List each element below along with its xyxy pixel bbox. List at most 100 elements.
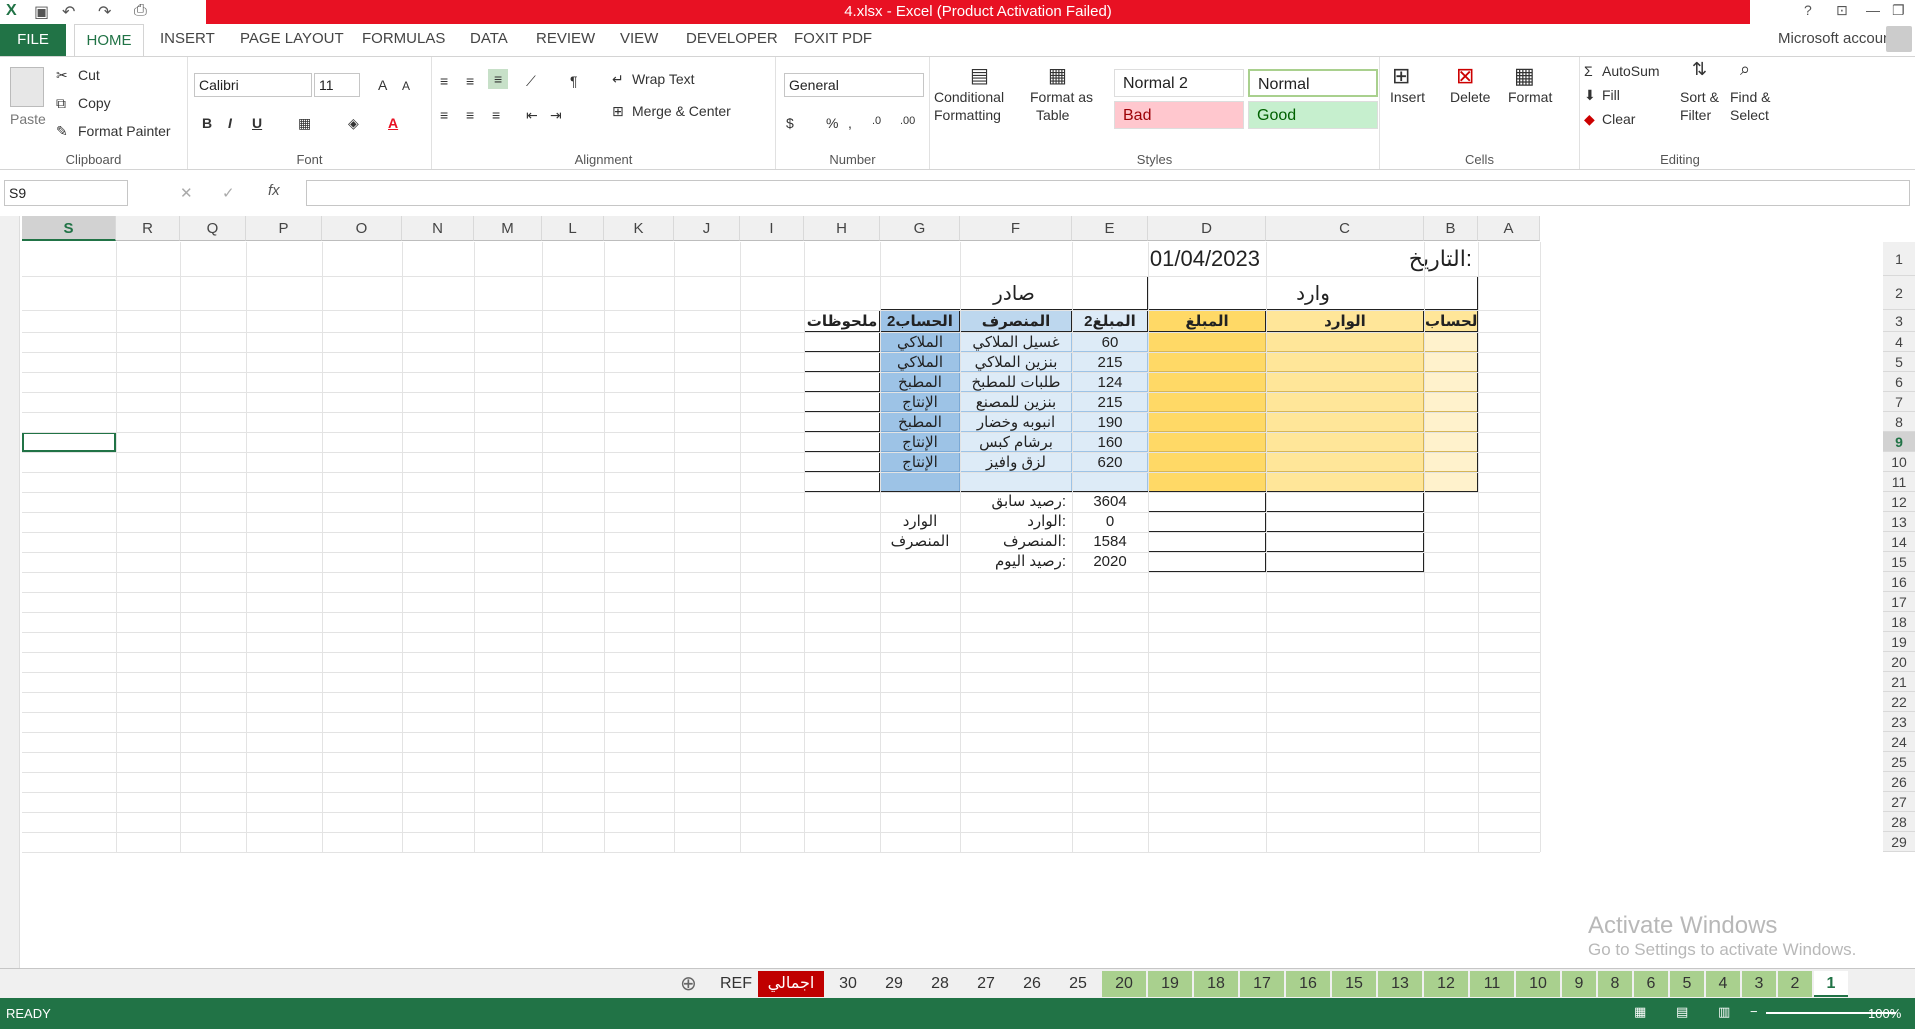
row-header-7[interactable]: 7 [1883,392,1915,412]
format-as-table-icon[interactable]: ▦ [1048,63,1067,88]
fill-icon[interactable]: ⬇ [1584,87,1596,104]
clear-icon[interactable]: ◆ [1584,111,1595,128]
format-as-table-button[interactable]: Format as [1030,89,1093,105]
tab-formulas[interactable]: FORMULAS [362,30,445,47]
number-format-dropdown[interactable]: General [784,73,924,97]
formula-input[interactable] [306,180,1910,206]
row-header-11[interactable]: 11 [1883,472,1915,492]
row-header-19[interactable]: 19 [1883,632,1915,652]
column-header-r[interactable]: R [116,216,180,241]
tab-view[interactable]: VIEW [620,30,658,47]
column-header-j[interactable]: J [674,216,740,241]
ribbon-options-icon[interactable]: ⊡ [1836,2,1848,19]
sheet-tab-12[interactable]: 16 [1286,971,1330,997]
insert-button[interactable]: Insert [1390,89,1425,105]
row-header-24[interactable]: 24 [1883,732,1915,752]
sheet-tab-18[interactable]: 9 [1562,971,1596,997]
column-header-h[interactable]: H [804,216,880,241]
column-header-s[interactable]: S [22,216,116,241]
avatar-icon[interactable] [1886,26,1912,52]
copy-button[interactable]: Copy [78,95,111,111]
sheet-tab-1[interactable]: اجمالي [758,971,824,997]
help-icon[interactable]: ? [1804,2,1812,18]
row-header-16[interactable]: 16 [1883,572,1915,592]
insert-function-icon[interactable]: fx [268,182,280,199]
fill-color-icon[interactable]: ◈ [348,115,359,132]
sheet-tab-10[interactable]: 18 [1194,971,1238,997]
sheet-tab-15[interactable]: 12 [1424,971,1468,997]
sheet-tab-2[interactable]: 30 [826,971,870,997]
autosum-button[interactable]: AutoSum [1602,63,1660,79]
row-header-22[interactable]: 22 [1883,692,1915,712]
row-header-12[interactable]: 12 [1883,492,1915,512]
row-header-6[interactable]: 6 [1883,372,1915,392]
row-header-21[interactable]: 21 [1883,672,1915,692]
column-header-i[interactable]: I [740,216,804,241]
row-header-3[interactable]: 3 [1883,310,1915,332]
sheet-tab-14[interactable]: 13 [1378,971,1422,997]
decrease-indent-icon[interactable]: ⇤ [526,107,538,124]
style-bad[interactable]: Bad [1114,101,1244,129]
column-header-q[interactable]: Q [180,216,246,241]
sheet-tab-16[interactable]: 11 [1470,971,1514,997]
row-header-9[interactable]: 9 [1883,432,1915,452]
fill-button[interactable]: Fill [1602,87,1620,103]
conditional-formatting-button[interactable]: Conditional [934,89,1004,105]
format-painter-icon[interactable]: ✎ [56,123,68,140]
sheet-tab-3[interactable]: 29 [872,971,916,997]
cancel-icon[interactable]: ✕ [180,184,193,202]
row-header-29[interactable]: 29 [1883,832,1915,852]
format-painter-button[interactable]: Format Painter [78,123,171,139]
name-box[interactable]: S9 [4,180,128,206]
font-size-dropdown[interactable]: 11 [314,73,360,97]
font-color-icon[interactable]: A [388,115,398,131]
paste-button[interactable]: Paste [10,111,46,127]
sheet-tab-19[interactable]: 8 [1598,971,1632,997]
undo-icon[interactable]: ↶ [62,2,75,22]
sort-filter-button[interactable]: Sort & [1680,89,1719,105]
sheet-tab-20[interactable]: 6 [1634,971,1668,997]
paragraph-icon[interactable]: ¶ [570,73,578,89]
wrap-text-button[interactable]: Wrap Text [632,71,695,87]
minimize-icon[interactable]: — [1866,2,1880,18]
tab-developer[interactable]: DEVELOPER [686,30,778,47]
column-header-m[interactable]: M [474,216,542,241]
align-bottom-icon[interactable]: ≡ [488,69,509,89]
row-header-13[interactable]: 13 [1883,512,1915,532]
cut-button[interactable]: Cut [78,67,100,83]
align-left-icon[interactable]: ≡ [440,107,448,123]
page-break-view-icon[interactable]: ▥ [1718,1004,1730,1020]
column-header-d[interactable]: D [1148,216,1266,241]
sheet-tab-25[interactable]: 1 [1814,971,1848,997]
copy-icon[interactable]: ⧉ [56,95,66,112]
align-middle-icon[interactable]: ≡ [466,73,474,89]
align-right-icon[interactable]: ≡ [492,107,500,123]
new-sheet-icon[interactable]: ⊕ [680,971,697,996]
paste-icon[interactable] [10,67,44,107]
row-header-20[interactable]: 20 [1883,652,1915,672]
normal-view-icon[interactable]: ▦ [1634,1004,1646,1020]
wrap-text-icon[interactable]: ↵ [612,71,624,88]
comma-icon[interactable]: , [848,115,852,131]
cut-icon[interactable]: ✂ [56,67,68,84]
row-header-26[interactable]: 26 [1883,772,1915,792]
format-cells-icon[interactable]: ▦ [1514,63,1535,89]
grow-font-icon[interactable]: A [378,77,387,93]
column-header-g[interactable]: G [880,216,960,241]
column-header-k[interactable]: K [604,216,674,241]
row-header-25[interactable]: 25 [1883,752,1915,772]
row-header-23[interactable]: 23 [1883,712,1915,732]
tab-foxit-pdf[interactable]: FOXIT PDF [794,30,872,47]
column-header-f[interactable]: F [960,216,1072,241]
account-label[interactable]: Microsoft account [1778,30,1896,47]
zoom-out-icon[interactable]: − [1750,1004,1758,1019]
decrease-decimal-icon[interactable]: .00 [900,115,915,127]
redo-icon[interactable]: ↷ [98,2,111,22]
row-header-4[interactable]: 4 [1883,332,1915,352]
tab-file[interactable]: FILE [0,24,66,56]
align-center-icon[interactable]: ≡ [466,107,474,123]
bold-icon[interactable]: B [202,115,212,131]
style-good[interactable]: Good [1248,101,1378,129]
row-header-2[interactable]: 2 [1883,276,1915,310]
clear-button[interactable]: Clear [1602,111,1635,127]
